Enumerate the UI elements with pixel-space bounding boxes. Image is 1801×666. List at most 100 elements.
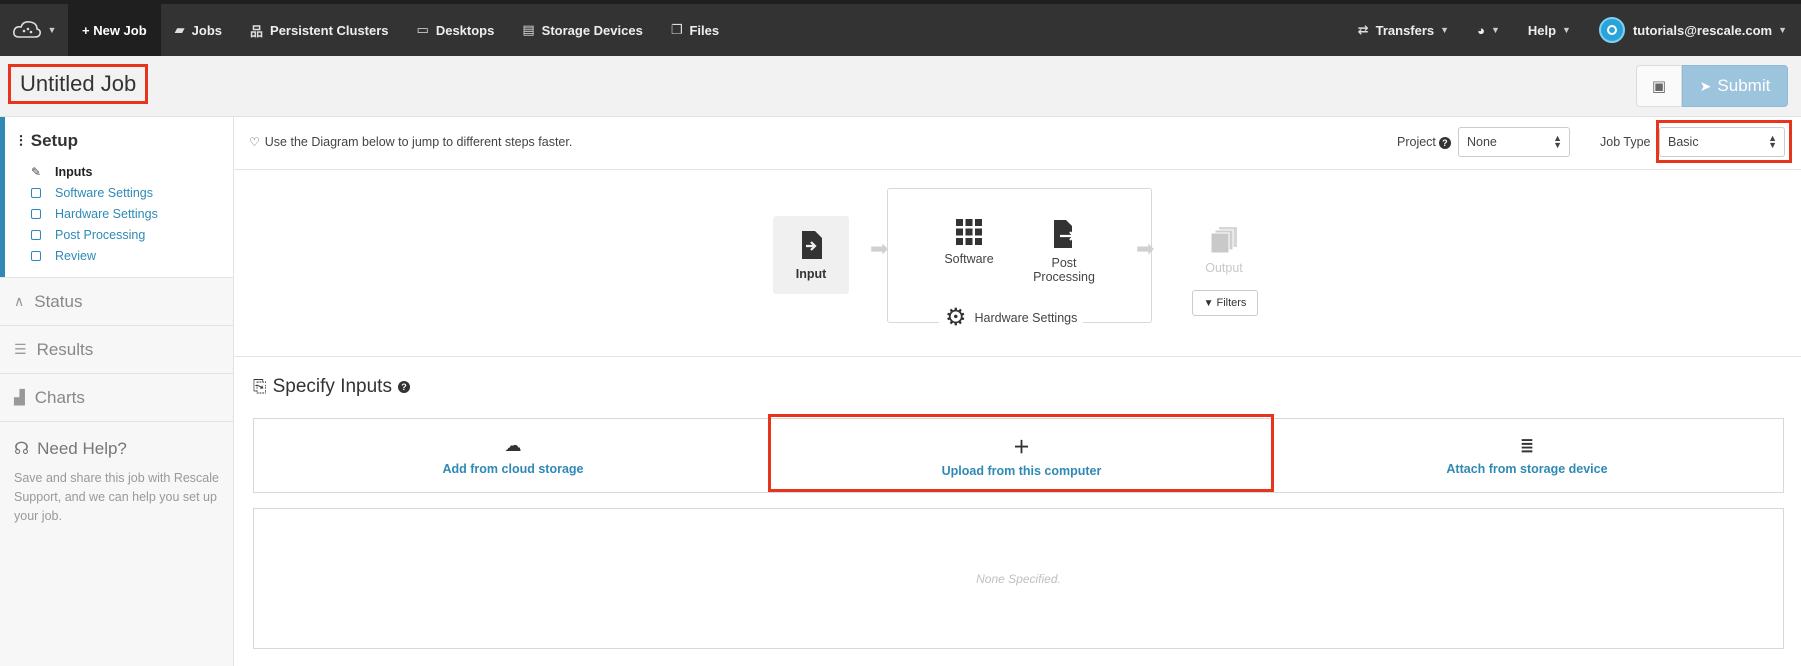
step-inputs[interactable]: ✎ Inputs <box>31 161 158 182</box>
save-icon: ▣ <box>1651 78 1667 95</box>
diagram-input-node[interactable]: Input <box>773 216 849 294</box>
setup-section: ⫶ Setup ✎ Inputs Software Settings Hardw… <box>0 117 233 277</box>
storage-device-label: Attach from storage device <box>1446 461 1608 476</box>
attach-from-storage-device-button[interactable]: ≣ Attach from storage device <box>1271 419 1783 492</box>
nav-jobs-label: Jobs <box>191 22 223 38</box>
nav-storage-devices-label: Storage Devices <box>541 22 643 38</box>
inputs-list-empty: None Specified. <box>253 508 1784 649</box>
step-label: Hardware Settings <box>55 206 158 221</box>
step-label: Software Settings <box>55 185 153 200</box>
user-avatar-icon <box>1598 17 1625 43</box>
diagram-post-processing-node[interactable]: Post Processing <box>1020 218 1108 284</box>
step-post-processing[interactable]: Post Processing <box>31 224 158 245</box>
diagram-output-node: Output <box>1189 225 1259 275</box>
chevron-down-icon: ▼ <box>47 25 57 35</box>
nav-files-label: Files <box>689 22 720 38</box>
file-export-icon <box>1054 220 1076 248</box>
paper-plane-icon: ➤ <box>1699 77 1712 94</box>
specify-inputs-label: Specify Inputs <box>272 376 392 397</box>
cloud-logo-icon <box>12 21 41 38</box>
setup-steps: ✎ Inputs Software Settings Hardware Sett… <box>31 161 158 266</box>
nav-language[interactable]: ◕ ▼ <box>1463 4 1514 56</box>
divider <box>0 421 233 422</box>
step-software-settings[interactable]: Software Settings <box>31 182 158 203</box>
desktop-icon: ▭ <box>416 22 429 37</box>
gears-icon: ⚙ <box>945 304 967 331</box>
nav-files[interactable]: ❐ Files <box>657 4 733 56</box>
step-label: Review <box>55 248 96 263</box>
status-label: Status <box>34 291 83 311</box>
checkbox-icon <box>31 250 41 261</box>
rescale-logo-menu[interactable]: ▼ <box>0 4 68 56</box>
step-review[interactable]: Review <box>31 245 158 266</box>
folder-icon: ▰ <box>174 22 185 37</box>
file-import-icon: ⎘ <box>253 377 267 396</box>
pulse-icon: ∧ <box>14 293 25 309</box>
nav-persistent-clusters-label: Persistent Clusters <box>270 22 389 38</box>
lightbulb-icon: ♡ <box>249 135 260 149</box>
nav-user-menu[interactable]: tutorials@rescale.com ▼ <box>1585 4 1801 56</box>
sidebar-item-status[interactable]: ∧ Status <box>0 277 233 325</box>
nav-desktops[interactable]: ▭ Desktops <box>403 4 509 56</box>
chevron-down-icon: ▼ <box>1562 25 1571 35</box>
step-hardware-settings[interactable]: Hardware Settings <box>31 203 158 224</box>
filter-icon: ▼ <box>1203 297 1214 309</box>
project-select[interactable]: None ▲ ▼ <box>1458 127 1570 157</box>
list-icon: ☰ <box>14 341 27 357</box>
nav-help[interactable]: Help ▼ <box>1514 4 1585 56</box>
chevron-down-icon: ▼ <box>1440 25 1450 35</box>
step-label: Inputs <box>55 164 93 179</box>
database-icon: ▤ <box>522 22 535 37</box>
upload-highlight <box>768 414 1274 492</box>
post-processing-node-label: Post Processing <box>1033 256 1095 284</box>
top-nav: ▼ + New Job ▰ Jobs 品 Persistent Clusters… <box>0 0 1801 56</box>
sidebar-item-results[interactable]: ☰ Results <box>0 325 233 373</box>
output-node-label: Output <box>1205 261 1243 275</box>
nav-persistent-clusters[interactable]: 品 Persistent Clusters <box>236 4 403 56</box>
checkbox-icon <box>31 208 41 219</box>
job-title-input[interactable]: Untitled Job <box>8 64 149 104</box>
grid-icon <box>956 219 982 245</box>
headset-icon: ☊ <box>14 439 30 458</box>
question-icon[interactable]: ? <box>1438 137 1451 149</box>
empty-state-text: None Specified. <box>976 571 1061 586</box>
files-icon: ❐ <box>670 22 683 37</box>
arrow-right-icon: ➡ <box>870 236 889 261</box>
nav-storage-devices[interactable]: ▤ Storage Devices <box>508 4 656 56</box>
hardware-node-label: Hardware Settings <box>974 310 1078 325</box>
info-bar: ♡ Use the Diagram below to jump to diffe… <box>234 117 1801 170</box>
diagram-software-node[interactable]: Software <box>934 218 1004 266</box>
software-node-label: Software <box>944 252 994 266</box>
nav-user-label: tutorials@rescale.com <box>1632 22 1773 38</box>
filters-button[interactable]: ▼ Filters <box>1192 290 1258 316</box>
copy-files-icon <box>1210 227 1237 254</box>
nav-new-job[interactable]: + New Job <box>68 4 161 56</box>
nav-transfers-label: Transfers <box>1375 22 1435 38</box>
step-label: Post Processing <box>55 227 146 242</box>
project-label: Project? <box>1397 135 1451 149</box>
edit-icon: ✎ <box>31 164 42 179</box>
submit-label: Submit <box>1717 76 1771 95</box>
results-label: Results <box>36 339 94 359</box>
checkbox-icon <box>31 187 41 198</box>
input-node-label: Input <box>795 267 827 281</box>
jobtype-label: Job Type <box>1600 135 1651 149</box>
help-heading: ☊ Need Help? <box>14 439 127 459</box>
sidebar-item-charts[interactable]: ▟ Charts <box>0 373 233 421</box>
nav-transfers[interactable]: ⇄ Transfers ▼ <box>1344 4 1463 56</box>
jobtype-highlight <box>1656 120 1792 163</box>
sidebar: ⫶ Setup ✎ Inputs Software Settings Hardw… <box>0 117 234 666</box>
diagram-hardware-node[interactable]: ⚙ Hardware Settings <box>939 303 1084 332</box>
nav-jobs[interactable]: ▰ Jobs <box>161 4 236 56</box>
chevron-down-icon: ▼ <box>1778 25 1787 35</box>
setup-heading[interactable]: ⫶ Setup <box>19 131 78 151</box>
add-from-cloud-storage-button[interactable]: ☁ Add from cloud storage <box>254 419 772 492</box>
question-icon[interactable]: ? <box>397 381 410 393</box>
nav-desktops-label: Desktops <box>435 22 495 38</box>
save-button[interactable]: ▣ <box>1636 65 1682 107</box>
workflow-diagram: Input ➡ Software Post Processing ⚙ Hardw… <box>234 170 1801 357</box>
job-title-bar: Untitled Job ▣ ➤ Submit <box>0 56 1801 117</box>
specify-inputs-title: ⎘ Specify Inputs ? <box>253 376 410 398</box>
submit-button[interactable]: ➤ Submit <box>1682 65 1788 107</box>
project-label-text: Project <box>1397 135 1436 149</box>
